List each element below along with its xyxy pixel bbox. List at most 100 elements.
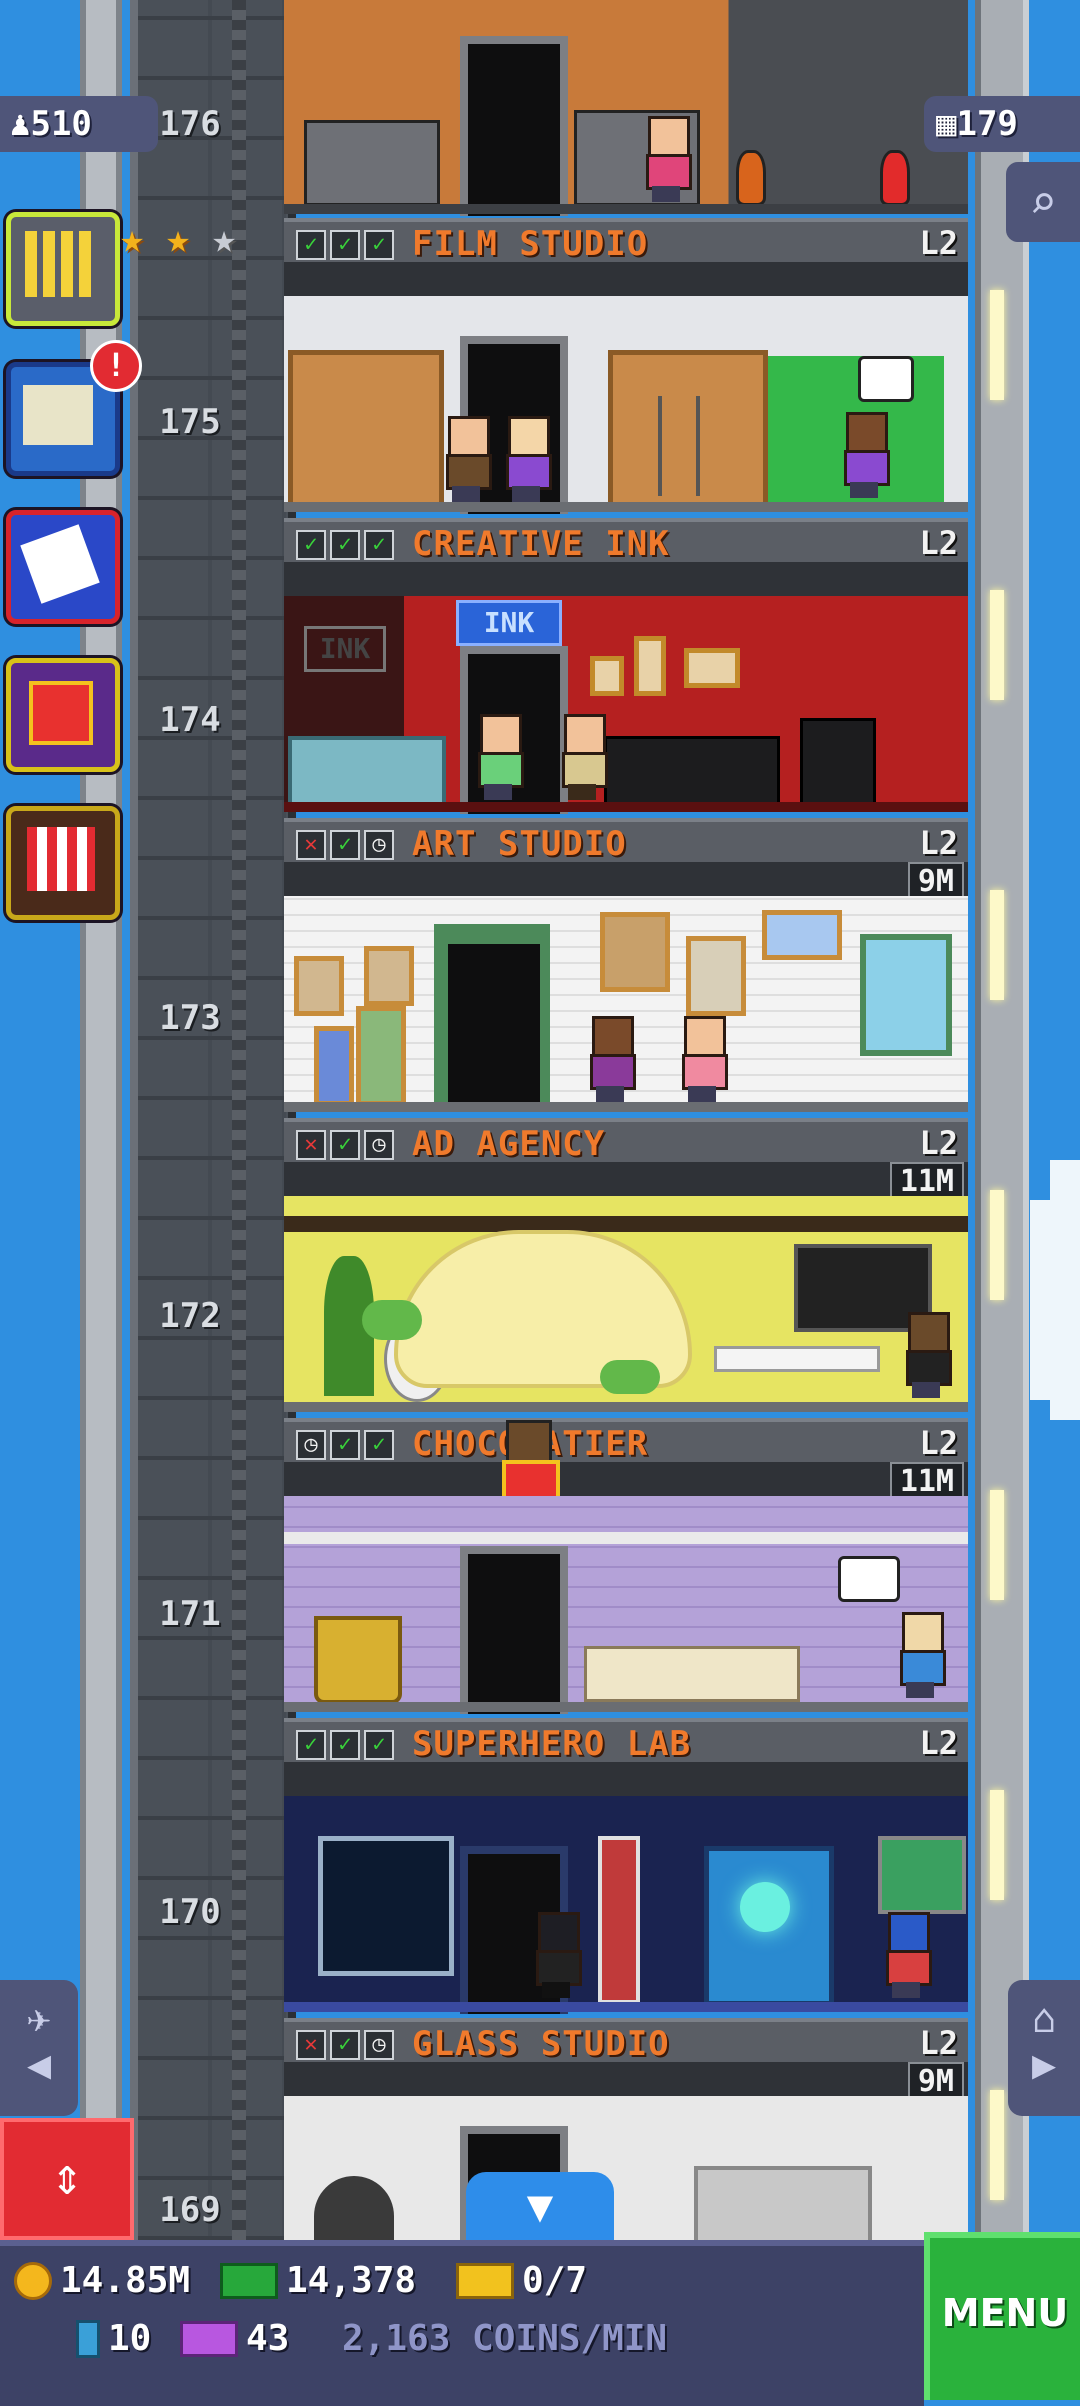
wood-panel	[288, 350, 444, 510]
bitizen[interactable]	[904, 1312, 952, 1398]
floor-number: 173	[159, 998, 221, 1038]
pipe	[284, 1532, 968, 1544]
arrow-left-icon: ◀	[26, 2042, 52, 2088]
floor-level: L2	[919, 1724, 958, 1762]
bitizen[interactable]	[476, 714, 524, 800]
elevator-button[interactable]: ⇕	[0, 2118, 134, 2240]
floor-chocolatier[interactable]	[284, 1496, 968, 1716]
floor-banner-chocolatier[interactable]: ◷ ✓ ✓ CHOCOLATIER L2 11M	[284, 1406, 968, 1496]
population-counter[interactable]: ♟510	[0, 96, 158, 152]
tower-button[interactable]	[6, 212, 120, 326]
window	[860, 934, 952, 1056]
arc-reactor	[740, 1882, 790, 1932]
speech-bubble-icon[interactable]	[858, 356, 914, 402]
bitizen[interactable]	[560, 714, 608, 800]
bitizen[interactable]	[588, 1016, 636, 1102]
vip-stat[interactable]: 43	[180, 2318, 289, 2359]
floor-name: SUPERHERO LAB	[412, 1724, 692, 1764]
scroll-down-button[interactable]: ▼	[466, 2172, 614, 2242]
painting	[686, 936, 746, 1016]
tickets-stat[interactable]: 0/7	[456, 2260, 587, 2301]
building-icon	[25, 231, 91, 297]
up-down-arrows-icon: ⇕	[51, 2147, 83, 2207]
beam-light	[990, 290, 1004, 400]
stock-check-icon: ✓	[364, 1430, 394, 1460]
floor-banner-creative-ink[interactable]: ✓ ✓ ✓ CREATIVE INK L2	[284, 506, 968, 596]
bitizen[interactable]	[680, 1016, 728, 1102]
stock-check-icon: ✓	[330, 1430, 360, 1460]
chocolate-vat	[314, 1616, 402, 1704]
menu-button[interactable]: MENU	[924, 2232, 1080, 2400]
floor-banner-film-studio[interactable]: ✓ ✓ ✓ FILM STUDIO L2	[284, 206, 968, 296]
floor-level: L2	[919, 1424, 958, 1462]
room-door	[460, 36, 568, 216]
beam-light	[990, 1790, 1004, 1900]
stock-clock-icon: ◷	[364, 830, 394, 860]
bitbook-icon	[76, 2319, 100, 2358]
stock-check-icon: ✓	[330, 2030, 360, 2060]
ink-wall-sign: INK	[304, 626, 386, 672]
lobby-nav-button[interactable]: ✈ ◀	[0, 1980, 78, 2116]
painting	[364, 946, 414, 1006]
floor-banner-ad-agency[interactable]: ✕ ✓ ◷ AD AGENCY L2 11M	[284, 1106, 968, 1196]
bitizen[interactable]	[898, 1612, 946, 1698]
painting	[600, 912, 670, 992]
floor-number: 169	[159, 2190, 221, 2230]
stock-check-icon: ✓	[330, 230, 360, 260]
speech-bubble-icon[interactable]	[838, 1556, 900, 1602]
ceiling-beam	[284, 1216, 968, 1232]
roof-nav-button[interactable]: ⌂ ▶	[1008, 1980, 1080, 2116]
floor-glass-studio[interactable]	[284, 2096, 968, 2240]
floor-film-studio[interactable]	[284, 296, 968, 516]
floor-banner-glass-studio[interactable]: ✕ ✓ ◷ GLASS STUDIO L2 9M	[284, 2006, 968, 2096]
floor-level: L2	[919, 1124, 958, 1162]
bitizen-bux-stat[interactable]: 10	[76, 2318, 151, 2359]
bux-stat[interactable]: 14,378	[220, 2260, 416, 2301]
painting	[314, 1026, 354, 1106]
search-button[interactable]: ⌕	[1006, 162, 1080, 242]
stock-check-icon: ✓	[296, 1730, 326, 1760]
star-icon: ★	[166, 216, 191, 262]
floor-counter[interactable]: ▦179	[924, 96, 1080, 152]
bitizen[interactable]	[842, 412, 890, 498]
floor-number: 170	[159, 1892, 221, 1932]
bitizen[interactable]	[444, 416, 492, 502]
calendar-icon	[20, 524, 100, 604]
restock-timer: 9M	[907, 862, 964, 896]
restock-timer: 11M	[889, 1462, 964, 1496]
ink-neon-sign: INK	[456, 600, 562, 646]
stock-empty-icon: ✕	[296, 2030, 326, 2060]
floor-number: 171	[159, 1594, 221, 1634]
floor-level: L2	[919, 224, 958, 262]
floor-number: 176	[159, 104, 221, 144]
coins-stat[interactable]: 14.85M	[14, 2260, 190, 2301]
calendar-button[interactable]	[6, 510, 120, 624]
gift-button[interactable]	[6, 658, 120, 772]
stock-check-icon: ✓	[330, 530, 360, 560]
stock-check-icon: ✓	[296, 530, 326, 560]
beam-light	[990, 890, 1004, 1000]
floor-banner-superhero-lab[interactable]: ✓ ✓ ✓ SUPERHERO LAB L2	[284, 1706, 968, 1796]
floor-superhero-lab[interactable]	[284, 1796, 968, 2016]
shop-button[interactable]	[6, 806, 120, 920]
bitizen[interactable]	[534, 1912, 582, 1998]
stock-check-icon: ✓	[330, 1730, 360, 1760]
floor-art-studio[interactable]	[284, 896, 968, 1116]
painting	[762, 910, 842, 960]
floor-name: FILM STUDIO	[412, 224, 649, 264]
hologram-display	[318, 1836, 454, 1976]
search-icon: ⌕	[1029, 175, 1057, 229]
bitizen[interactable]	[644, 116, 692, 202]
plane-icon: ✈	[26, 1996, 52, 2042]
bitizen[interactable]	[884, 1912, 932, 1998]
floor-number: 175	[159, 402, 221, 442]
floor-name: CREATIVE INK	[412, 524, 670, 564]
beam-light	[990, 2090, 1004, 2200]
floor-level: L2	[919, 524, 958, 562]
coin-icon	[14, 2261, 52, 2300]
floor-recording-room[interactable]	[284, 0, 968, 218]
beam-light	[990, 590, 1004, 700]
floor-banner-art-studio[interactable]: ✕ ✓ ◷ ART STUDIO L2 9M	[284, 806, 968, 896]
floor-creative-ink[interactable]: INK INK	[284, 596, 968, 816]
bitizen[interactable]	[504, 416, 552, 502]
